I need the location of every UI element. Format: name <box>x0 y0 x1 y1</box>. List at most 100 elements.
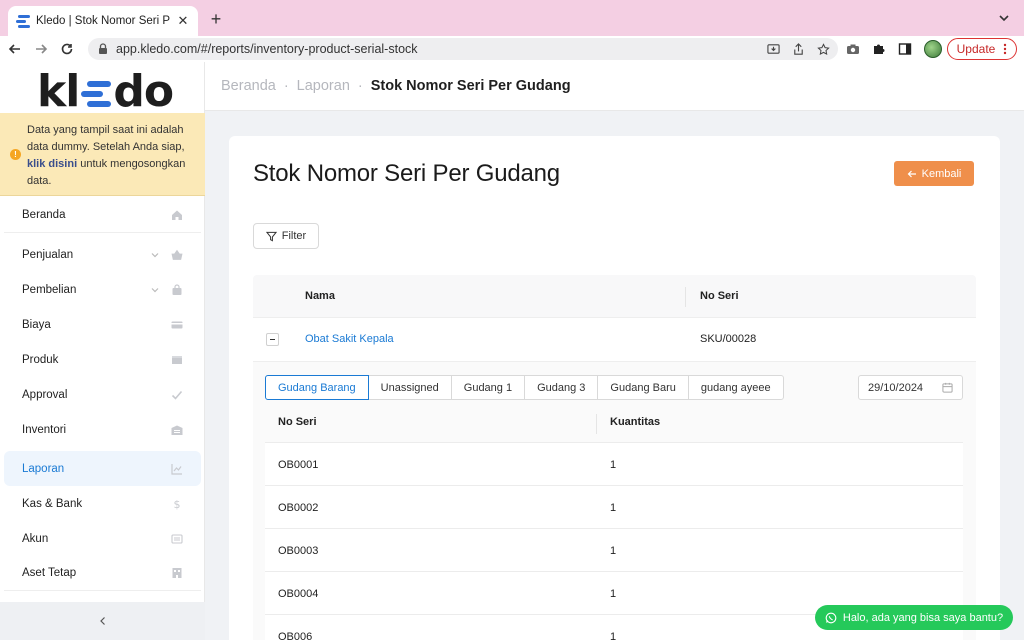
bookmark-star-icon[interactable] <box>817 42 830 56</box>
sidebar-item-inventori[interactable]: Inventori <box>4 412 201 447</box>
serial-table-header: No Seri Kuantitas <box>265 404 963 443</box>
warning-icon: ! <box>10 149 21 160</box>
extensions-puzzle-icon[interactable] <box>872 42 886 56</box>
sidebar-item-label: Penjualan <box>22 248 74 261</box>
sidebar-item-label: Beranda <box>22 209 66 221</box>
sidebar-item-aset-tetap[interactable]: Aset Tetap <box>4 556 201 591</box>
sidebar-item-penjualan[interactable]: Penjualan <box>4 237 201 272</box>
table-row: OB0002 1 <box>265 486 963 529</box>
tab-gudang-3[interactable]: Gudang 3 <box>524 375 599 400</box>
share-icon[interactable] <box>792 42 805 56</box>
site-info-icon[interactable] <box>96 42 110 56</box>
sidebar-item-akun[interactable]: Akun <box>4 521 201 556</box>
tab-search-chevron-icon[interactable] <box>996 10 1012 26</box>
home-icon <box>172 210 182 220</box>
tab-close-icon[interactable]: ✕ <box>176 13 190 29</box>
sidebar-item-biaya[interactable]: Biaya <box>4 307 201 342</box>
chevron-down-icon <box>151 252 159 257</box>
back-arrow-icon[interactable] <box>4 38 26 60</box>
sidebar-menu: Beranda Penjualan Pembelian Biaya Produk <box>0 198 205 591</box>
column-header-kuantitas[interactable]: Kuantitas <box>610 416 660 428</box>
breadcrumb-current: Stok Nomor Seri Per Gudang <box>370 78 571 94</box>
tab-unassigned[interactable]: Unassigned <box>367 375 452 400</box>
sidebar-item-laporan[interactable]: Laporan <box>4 451 201 486</box>
dollar-icon: $ <box>174 498 181 510</box>
column-header-no-seri[interactable]: No Seri <box>278 416 317 428</box>
notice-text-1: Data yang tampil saat ini adalah data du… <box>27 124 185 153</box>
forward-arrow-icon[interactable] <box>30 38 52 60</box>
breadcrumb-separator: · <box>357 78 363 94</box>
sidebar-item-approval[interactable]: Approval <box>4 377 201 412</box>
date-value: 29/10/2024 <box>868 381 924 394</box>
serial-number: OB0002 <box>278 502 319 514</box>
clear-data-link[interactable]: klik disini <box>27 158 77 170</box>
sidebar-item-label: Kas & Bank <box>22 497 83 510</box>
svg-text:$: $ <box>174 498 181 510</box>
camera-icon[interactable] <box>846 42 860 56</box>
sidebar-item-pembelian[interactable]: Pembelian <box>4 272 201 307</box>
serial-number: OB0004 <box>278 588 319 600</box>
browser-tab[interactable]: Kledo | Stok Nomor Seri Per Gudang ✕ <box>8 6 198 36</box>
quantity: 1 <box>610 502 617 514</box>
sidebar-item-label: Approval <box>22 388 68 401</box>
tab-gudang-barang[interactable]: Gudang Barang <box>265 375 369 400</box>
sidebar-item-label: Biaya <box>22 318 51 331</box>
date-picker[interactable]: 29/10/2024 <box>858 375 963 400</box>
sidebar-item-label: Inventori <box>22 423 67 436</box>
browser-tabbar: Kledo | Stok Nomor Seri Per Gudang ✕ + <box>0 0 1024 36</box>
kledo-favicon-icon <box>16 14 30 28</box>
tab-gudang-baru[interactable]: Gudang Baru <box>597 375 689 400</box>
column-header-nama[interactable]: Nama <box>305 290 335 302</box>
whatsapp-chat-button[interactable]: Halo, ada yang bisa saya bantu? <box>815 605 1013 630</box>
bag-icon <box>172 283 182 295</box>
sidebar-collapse-button[interactable] <box>0 602 205 640</box>
logo-text-right: do <box>113 66 174 117</box>
sidebar-item-label: Aset Tetap <box>22 567 77 579</box>
logo-text-left: kl <box>37 66 80 117</box>
update-button[interactable]: Update <box>947 38 1017 60</box>
filter-funnel-icon <box>265 231 277 241</box>
whatsapp-icon <box>825 612 837 623</box>
install-app-icon[interactable] <box>767 43 780 56</box>
product-sku: SKU/00028 <box>700 333 757 345</box>
sidebar-item-kas-bank[interactable]: Kas & Bank $ <box>4 486 201 521</box>
address-bar[interactable]: app.kledo.com/#/reports/inventory-produc… <box>88 38 838 60</box>
filter-button[interactable]: Filter <box>253 223 319 249</box>
sidebar-item-label: Laporan <box>22 462 65 475</box>
reload-icon[interactable] <box>56 38 78 60</box>
tab-gudang-1[interactable]: Gudang 1 <box>450 375 526 400</box>
sidebar-item-label: Akun <box>22 532 49 545</box>
expanded-row-panel: Gudang Barang Unassigned Gudang 1 Gudang… <box>253 362 976 640</box>
new-tab-button[interactable]: + <box>206 9 226 29</box>
quantity: 1 <box>610 631 617 640</box>
kledo-logo[interactable]: kl do <box>37 66 174 117</box>
breadcrumb-reports[interactable]: Laporan <box>297 78 350 94</box>
chat-label: Halo, ada yang bisa saya bantu? <box>842 611 1004 624</box>
sidebar-item-beranda[interactable]: Beranda <box>4 198 201 233</box>
more-vertical-icon <box>1004 43 1007 55</box>
breadcrumb-separator: · <box>283 78 289 94</box>
warehouse-tabs: Gudang Barang Unassigned Gudang 1 Gudang… <box>265 375 784 400</box>
dummy-data-notice: ! Data yang tampil saat ini adalah data … <box>0 113 205 196</box>
tab-gudang-ayeee[interactable]: gudang ayeee <box>687 375 784 400</box>
column-header-no-seri[interactable]: No Seri <box>700 290 739 302</box>
calendar-icon <box>942 382 953 393</box>
sidebar-item-produk[interactable]: Produk <box>4 342 201 377</box>
collapse-row-icon[interactable] <box>266 333 279 346</box>
check-icon <box>171 390 183 400</box>
serial-number: OB0001 <box>278 459 319 471</box>
list-icon <box>171 533 183 544</box>
table-row: OB0001 1 <box>265 443 963 486</box>
sidepanel-icon[interactable] <box>898 42 912 56</box>
building-icon <box>172 568 182 578</box>
breadcrumb-home[interactable]: Beranda <box>221 78 276 94</box>
sidebar-item-label: Produk <box>22 353 59 366</box>
product-name-link[interactable]: Obat Sakit Kepala <box>305 333 394 345</box>
sidebar: kl do ! Data yang tampil saat ini adalah… <box>0 62 205 640</box>
card-icon <box>171 321 183 328</box>
browser-toolbar: app.kledo.com/#/reports/inventory-produc… <box>0 36 1024 62</box>
chevron-down-icon <box>151 287 159 292</box>
profile-avatar[interactable] <box>924 40 942 58</box>
back-button[interactable]: Kembali <box>894 161 974 186</box>
logo-e-mark-icon <box>81 78 112 110</box>
